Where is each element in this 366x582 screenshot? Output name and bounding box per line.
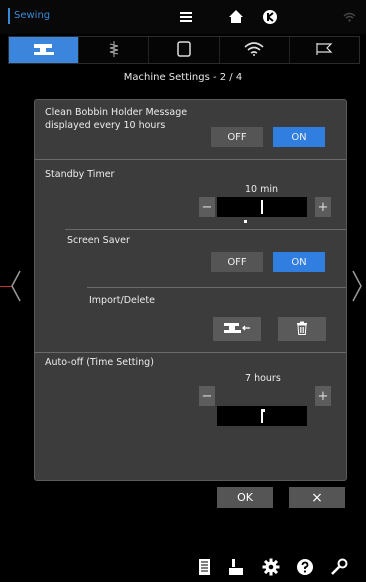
- bobbin-message-label-2: displayed every 10 hours: [45, 120, 166, 131]
- cancel-button[interactable]: ×: [289, 487, 345, 508]
- bobbin-message-label-1: Clean Bobbin Holder Message: [45, 107, 188, 118]
- tab-wifi[interactable]: [219, 37, 290, 63]
- slider-default-marker: [262, 409, 265, 412]
- menu-icon[interactable]: [179, 10, 193, 27]
- tab-sewing[interactable]: [9, 37, 80, 63]
- auto-off-plus-button[interactable]: +: [315, 386, 331, 406]
- app-indicator: [8, 8, 10, 24]
- import-machine-icon: [223, 321, 251, 338]
- delete-button[interactable]: [278, 317, 326, 341]
- standby-slider[interactable]: [217, 197, 307, 217]
- slider-knob[interactable]: [261, 200, 263, 214]
- tab-bar: [8, 36, 360, 64]
- bobbin-icon: [106, 40, 122, 61]
- screen-saver-label: Screen Saver: [67, 235, 130, 246]
- bobbin-on-button[interactable]: ON: [273, 127, 325, 147]
- settings-gear-icon[interactable]: [262, 558, 280, 579]
- standby-minus-button[interactable]: −: [199, 197, 215, 217]
- previous-page-arrow[interactable]: [10, 269, 22, 310]
- app-title: Sewing: [14, 10, 51, 21]
- standby-plus-button[interactable]: +: [315, 197, 331, 217]
- tab-frame[interactable]: [149, 37, 220, 63]
- bobbin-off-button[interactable]: OFF: [211, 127, 263, 147]
- manual-icon[interactable]: [198, 558, 212, 579]
- trash-icon: [296, 321, 308, 338]
- auto-off-value: 7 hours: [245, 373, 281, 384]
- settings-panel: Clean Bobbin Holder Message displayed ev…: [34, 99, 347, 481]
- ok-button[interactable]: OK: [217, 487, 273, 508]
- tab-flag[interactable]: [289, 37, 360, 63]
- screen-saver-on-button[interactable]: ON: [273, 252, 325, 272]
- home-icon[interactable]: [228, 9, 244, 27]
- screen-saver-off-button[interactable]: OFF: [211, 252, 263, 272]
- standby-timer-value: 10 min: [245, 184, 279, 195]
- wifi-icon: [244, 41, 264, 59]
- back-icon[interactable]: [262, 9, 278, 28]
- flag-icon: [314, 42, 334, 59]
- divider: [87, 287, 346, 288]
- import-button[interactable]: [213, 317, 261, 341]
- slider-default-marker: [244, 220, 247, 223]
- standby-timer-label: Standby Timer: [45, 169, 115, 180]
- auto-off-minus-button[interactable]: −: [199, 386, 215, 406]
- import-delete-label: Import/Delete: [89, 295, 155, 306]
- auto-off-label: Auto-off (Time Setting): [45, 357, 154, 368]
- wrench-icon[interactable]: [330, 558, 348, 579]
- divider: [35, 352, 346, 353]
- needle-icon[interactable]: [228, 558, 244, 579]
- page-title: Machine Settings - 2 / 4: [123, 72, 243, 83]
- help-icon[interactable]: [296, 558, 314, 579]
- divider: [65, 229, 346, 230]
- next-page-arrow[interactable]: [351, 269, 363, 310]
- tab-bobbin[interactable]: [79, 37, 150, 63]
- frame-icon: [176, 40, 192, 60]
- sewing-machine-icon: [32, 42, 56, 59]
- wifi-status-icon: [343, 12, 356, 25]
- divider: [35, 159, 346, 160]
